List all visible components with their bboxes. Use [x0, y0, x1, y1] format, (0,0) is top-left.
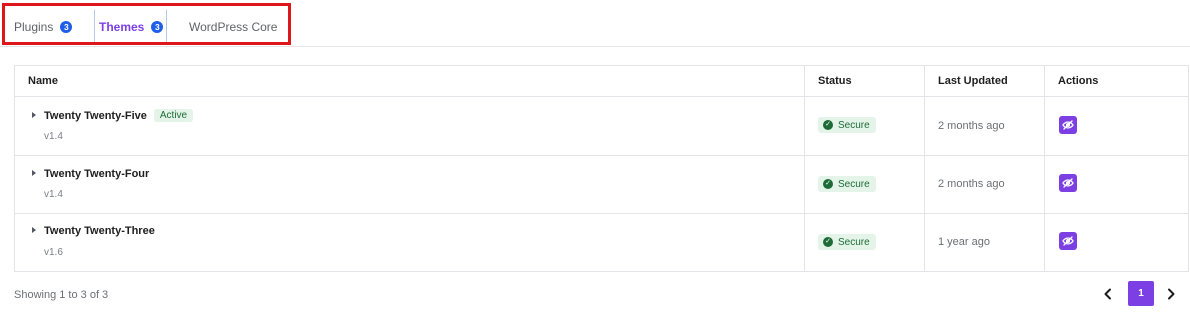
highlight-box: [2, 3, 291, 45]
table-row: Twenty Twenty-Four v1.4 ✓ Secure 2 month…: [15, 156, 1188, 214]
theme-version: v1.4: [44, 131, 63, 142]
chevron-right-icon: [1168, 288, 1175, 299]
theme-name: Twenty Twenty-Five Active: [44, 109, 194, 122]
status-text: Secure: [838, 119, 870, 131]
theme-name-text: Twenty Twenty-Three: [44, 225, 155, 237]
theme-name-text: Twenty Twenty-Four: [44, 168, 150, 180]
status-text: Secure: [838, 236, 870, 248]
themes-table: Name Status Last Updated Actions Twenty …: [14, 65, 1189, 272]
active-badge: Active: [153, 109, 194, 122]
expand-caret-icon[interactable]: [32, 227, 36, 233]
last-updated: 2 months ago: [938, 120, 1005, 132]
hide-theme-button[interactable]: [1059, 116, 1077, 134]
next-page-button[interactable]: [1158, 281, 1184, 306]
table-header: Name Status Last Updated Actions: [15, 66, 1188, 97]
last-updated: 1 year ago: [938, 236, 990, 248]
theme-version: v1.6: [44, 247, 63, 258]
header-name: Name: [28, 75, 58, 87]
status-badge: ✓ Secure: [818, 234, 876, 250]
expand-caret-icon[interactable]: [32, 170, 36, 176]
header-status: Status: [818, 75, 852, 87]
status-badge: ✓ Secure: [818, 176, 876, 192]
showing-count: Showing 1 to 3 of 3: [14, 289, 109, 301]
theme-name-text: Twenty Twenty-Five: [44, 110, 147, 122]
theme-version: v1.4: [44, 189, 63, 200]
eye-slash-icon: [1062, 120, 1074, 130]
table-row: Twenty Twenty-Three v1.6 ✓ Secure 1 year…: [15, 214, 1188, 272]
check-circle-icon: ✓: [823, 237, 833, 247]
theme-name: Twenty Twenty-Four: [44, 168, 149, 180]
expand-caret-icon[interactable]: [32, 112, 36, 118]
chevron-left-icon: [1104, 288, 1111, 299]
previous-page-button[interactable]: [1095, 281, 1121, 306]
eye-slash-icon: [1062, 178, 1074, 188]
hide-theme-button[interactable]: [1059, 174, 1077, 192]
last-updated: 2 months ago: [938, 178, 1005, 190]
status-badge: ✓ Secure: [818, 117, 876, 133]
header-last-updated: Last Updated: [938, 75, 1008, 87]
tab-bar: Plugins 3 Themes 3 WordPress Core: [0, 0, 1190, 47]
header-actions: Actions: [1058, 75, 1099, 87]
page-1-button[interactable]: 1: [1128, 281, 1154, 306]
check-circle-icon: ✓: [823, 120, 833, 130]
status-text: Secure: [838, 178, 870, 190]
theme-name: Twenty Twenty-Three: [44, 225, 155, 237]
eye-slash-icon: [1062, 236, 1074, 246]
check-circle-icon: ✓: [823, 179, 833, 189]
table-row: Twenty Twenty-Five Active v1.4 ✓ Secure 2…: [15, 97, 1188, 156]
hide-theme-button[interactable]: [1059, 232, 1077, 250]
